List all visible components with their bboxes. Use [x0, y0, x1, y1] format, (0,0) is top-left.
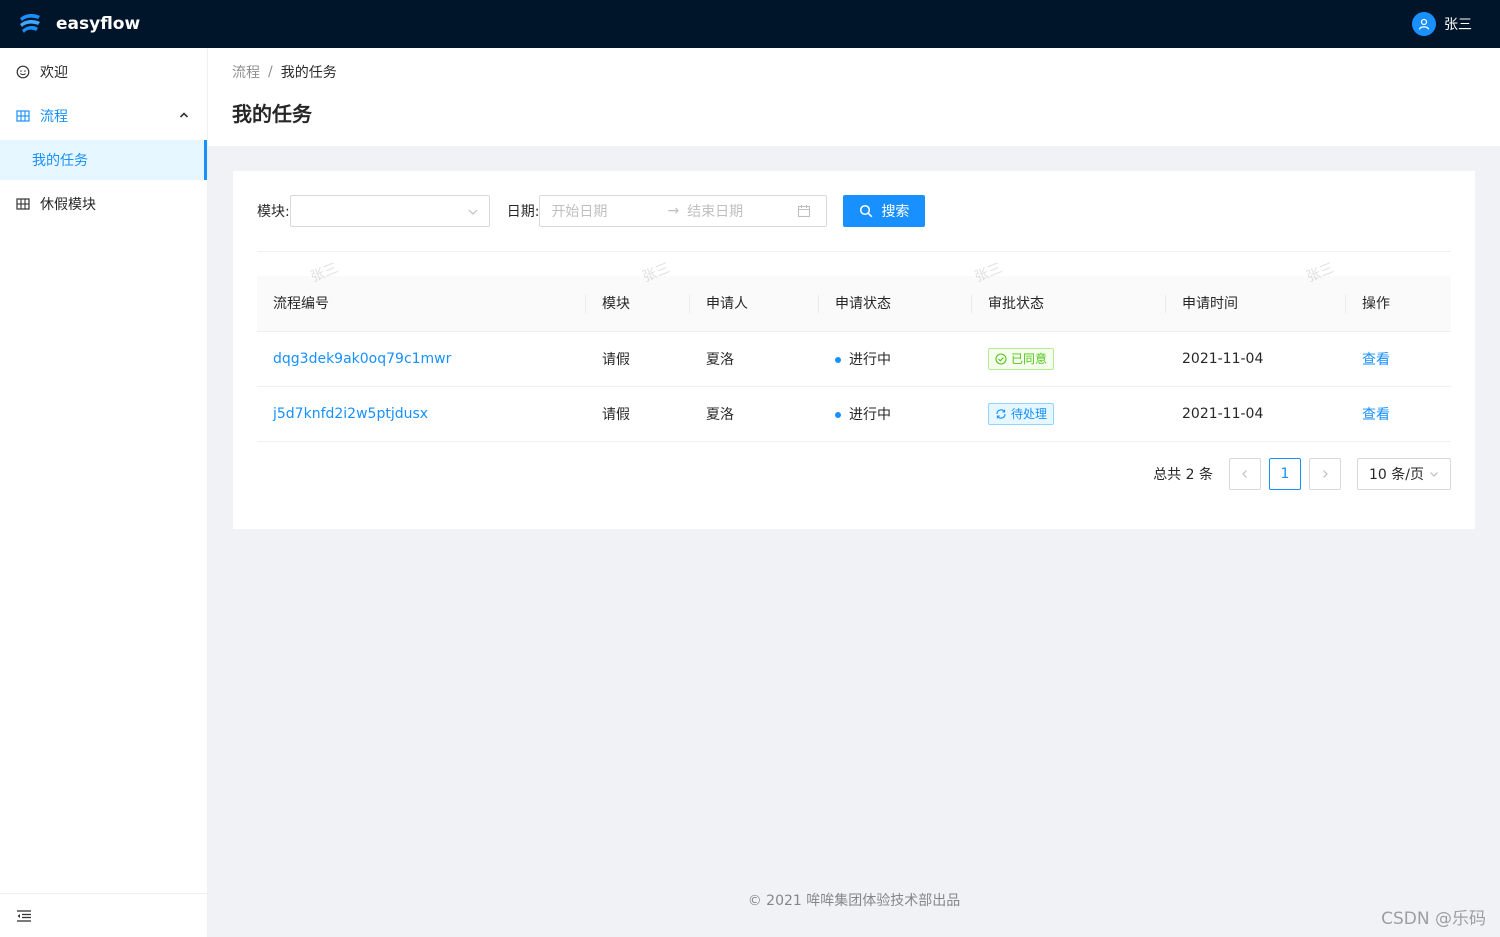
table-icon	[16, 109, 30, 123]
approval-status-label: 待处理	[1011, 407, 1048, 421]
menu-fold-icon	[17, 909, 31, 922]
apply-time-cell: 2021-11-04	[1182, 405, 1264, 422]
process-id-link[interactable]: j5d7knfd2i2w5ptjdusx	[273, 406, 428, 422]
column-header: 流程编号	[257, 276, 586, 332]
avatar	[1412, 12, 1436, 36]
breadcrumb-separator: /	[268, 64, 273, 80]
task-card: 模块: 日期: 开始日期 → 结束日期 搜索 流程编号 模块 申请人 申请状态 …	[233, 171, 1475, 529]
arrow-right-icon: →	[667, 203, 680, 219]
status-cell: 进行中	[849, 351, 891, 368]
column-header-label: 申请时间	[1182, 296, 1238, 313]
module-cell: 请假	[602, 351, 630, 368]
prev-page-button[interactable]	[1229, 457, 1261, 490]
column-header: 申请时间	[1166, 276, 1346, 332]
approval-status-label: 已同意	[1011, 352, 1048, 366]
column-header-label: 审批状态	[988, 296, 1044, 313]
sidebar-item-label: 休假模块	[40, 197, 96, 213]
task-table: 流程编号 模块 申请人 申请状态 审批状态 申请时间 操作 dqg3dek9ak…	[257, 276, 1451, 442]
sidebar-collapse-toggle[interactable]	[0, 893, 207, 937]
smile-icon	[16, 65, 30, 79]
process-id-link[interactable]: dqg3dek9ak0oq79c1mwr	[273, 351, 451, 367]
user-menu[interactable]: 张三	[1412, 12, 1472, 36]
csdn-watermark: CSDN @乐码	[1381, 909, 1486, 929]
page-header: 流程 / 我的任务 我的任务	[208, 48, 1500, 146]
breadcrumb: 流程 / 我的任务	[232, 62, 1476, 82]
chevron-up-icon	[179, 112, 189, 118]
start-date-input[interactable]: 开始日期	[551, 201, 661, 221]
sidebar-item-label: 流程	[40, 109, 68, 125]
top-header: easyflow 张三	[0, 0, 1500, 48]
next-page-button[interactable]	[1309, 457, 1341, 490]
pagination: 总共 2 条 1 10 条/页	[257, 457, 1451, 490]
table-row: dqg3dek9ak0oq79c1mwr 请假 夏洛 进行中 已同意 2021-…	[257, 331, 1451, 387]
page-button-1[interactable]: 1	[1269, 457, 1301, 490]
sidebar-item-process[interactable]: 流程	[0, 96, 207, 136]
chevron-left-icon	[1242, 469, 1247, 478]
applicant-cell: 夏洛	[706, 406, 734, 423]
sidebar: 欢迎 流程 我的任务 休假模块	[0, 48, 208, 937]
column-header-label: 流程编号	[273, 296, 329, 313]
column-header: 申请状态	[819, 276, 972, 332]
copyright-icon: ©	[747, 893, 762, 909]
approval-status-badge: 待处理	[988, 402, 1055, 425]
user-name: 张三	[1444, 17, 1472, 33]
approval-status-badge: 已同意	[988, 347, 1055, 370]
chevron-right-icon	[1323, 469, 1328, 478]
module-label: 模块:	[257, 204, 290, 220]
sync-icon	[996, 408, 1006, 419]
page-size-select[interactable]: 10 条/页	[1357, 457, 1451, 490]
date-range-picker[interactable]: 开始日期 → 结束日期	[539, 195, 828, 227]
page-size-label: 10 条/页	[1369, 466, 1424, 483]
view-link[interactable]: 查看	[1362, 407, 1390, 423]
check-circle-icon	[995, 352, 1007, 365]
table-icon	[16, 197, 30, 211]
status-dot-icon	[835, 411, 841, 418]
column-header: 操作	[1346, 276, 1451, 332]
search-button-label: 搜索	[881, 204, 910, 220]
applicant-cell: 夏洛	[706, 351, 734, 368]
sidebar-item-welcome[interactable]: 欢迎	[0, 52, 207, 92]
breadcrumb-current: 我的任务	[280, 65, 337, 81]
date-label: 日期:	[506, 204, 540, 220]
sidebar-item-my-tasks[interactable]: 我的任务	[0, 140, 207, 180]
column-header-label: 申请人	[706, 296, 748, 313]
column-header: 审批状态	[972, 276, 1166, 332]
search-button[interactable]: 搜索	[843, 195, 926, 227]
column-header-label: 申请状态	[835, 296, 891, 313]
pagination-total: 总共 2 条	[1153, 466, 1213, 483]
calendar-icon	[798, 205, 811, 218]
status-cell: 进行中	[849, 406, 891, 423]
column-header-label: 模块	[602, 296, 630, 313]
page-number: 1	[1280, 465, 1290, 482]
column-header: 模块	[586, 276, 690, 332]
chevron-down-icon	[468, 209, 478, 215]
table-row: j5d7knfd2i2w5ptjdusx 请假 夏洛 进行中 待处理 2021-…	[257, 386, 1451, 442]
filter-form: 模块: 日期: 开始日期 → 结束日期 搜索	[257, 195, 1451, 227]
search-icon	[860, 204, 873, 218]
footer-text: 2021 哞哞集团体验技术部出品	[766, 893, 961, 909]
logo-icon	[20, 13, 40, 33]
column-header-label: 操作	[1362, 296, 1390, 313]
brand-name: easyflow	[56, 14, 141, 34]
module-cell: 请假	[602, 406, 630, 423]
sidebar-item-label: 欢迎	[40, 65, 68, 81]
apply-time-cell: 2021-11-04	[1182, 350, 1264, 367]
table-header-row: 流程编号 模块 申请人 申请状态 审批状态 申请时间 操作	[257, 276, 1451, 332]
chevron-down-icon	[1430, 471, 1438, 477]
status-dot-icon	[835, 356, 841, 363]
user-icon	[1418, 18, 1430, 30]
module-select[interactable]	[289, 195, 490, 227]
page-title: 我的任务	[232, 102, 312, 126]
column-header: 申请人	[690, 276, 819, 332]
sidebar-item-label: 我的任务	[32, 153, 88, 169]
view-link[interactable]: 查看	[1362, 352, 1390, 368]
page-footer: © 2021 哞哞集团体验技术部出品	[208, 890, 1500, 910]
divider	[257, 251, 1451, 252]
end-date-input[interactable]: 结束日期	[687, 201, 797, 221]
sidebar-item-leave-module[interactable]: 休假模块	[0, 184, 207, 224]
breadcrumb-parent[interactable]: 流程	[232, 62, 260, 82]
brand[interactable]: easyflow	[16, 10, 140, 38]
